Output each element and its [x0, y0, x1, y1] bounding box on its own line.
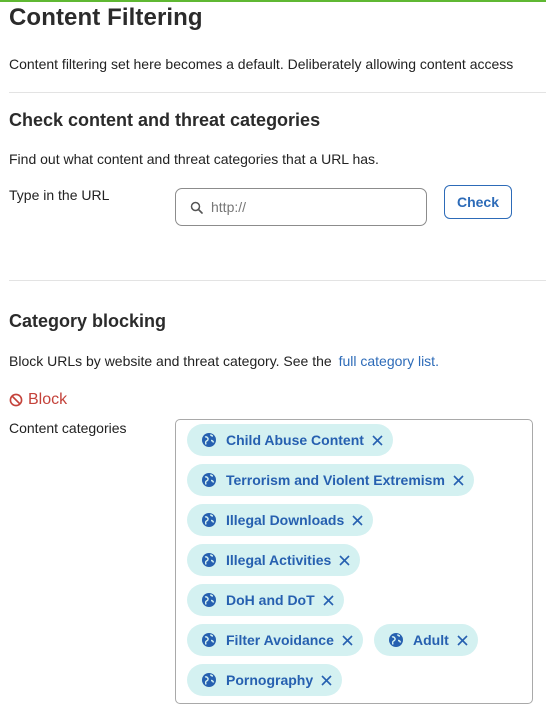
- remove-category-icon[interactable]: [457, 634, 468, 646]
- globe-icon: [201, 432, 217, 448]
- divider: [9, 92, 546, 93]
- category-chip-label: Illegal Activities: [226, 552, 332, 568]
- category-chip: Terrorism and Violent Extremism: [187, 464, 474, 496]
- category-chip-label: Filter Avoidance: [226, 632, 334, 648]
- remove-category-icon[interactable]: [352, 514, 363, 526]
- globe-icon: [201, 552, 217, 568]
- search-icon: [190, 201, 203, 214]
- category-chip-label: Adult: [413, 632, 449, 648]
- check-button[interactable]: Check: [444, 185, 512, 219]
- category-chip-label: Terrorism and Violent Extremism: [226, 472, 445, 488]
- globe-icon: [201, 672, 217, 688]
- content-categories-label: Content categories: [9, 420, 127, 436]
- globe-icon: [388, 632, 404, 648]
- category-chip: DoH and DoT: [187, 584, 344, 616]
- remove-category-icon[interactable]: [339, 554, 350, 566]
- divider: [9, 280, 546, 281]
- full-category-list-link[interactable]: full category list.: [339, 353, 439, 369]
- category-chip-label: DoH and DoT: [226, 592, 315, 608]
- category-chip-label: Illegal Downloads: [226, 512, 345, 528]
- block-icon: [9, 393, 28, 407]
- content-categories-select[interactable]: Child Abuse Content Terrorism and Violent…: [175, 419, 533, 704]
- category-chip: Illegal Activities: [187, 544, 361, 576]
- url-input-box[interactable]: [175, 188, 427, 226]
- url-label: Type in the URL: [9, 187, 110, 203]
- blocking-section-title: Category blocking: [9, 311, 167, 331]
- url-input[interactable]: [209, 198, 403, 216]
- check-section-description: Find out what content and threat categor…: [9, 151, 379, 167]
- blocking-section-description: Block URLs by website and threat categor…: [9, 353, 439, 369]
- globe-icon: [201, 592, 217, 608]
- remove-category-icon[interactable]: [321, 674, 332, 686]
- blocking-description-text: Block URLs by website and threat categor…: [9, 353, 332, 369]
- globe-icon: [201, 632, 217, 648]
- remove-category-icon[interactable]: [323, 594, 334, 606]
- remove-category-icon[interactable]: [372, 434, 383, 446]
- category-chip: Filter Avoidance: [187, 624, 363, 656]
- remove-category-icon[interactable]: [342, 634, 353, 646]
- block-label: Block: [9, 391, 67, 409]
- intro-text: Content filtering set here becomes a def…: [9, 56, 514, 72]
- category-chip-label: Pornography: [226, 672, 314, 688]
- block-label-text: Block: [28, 391, 68, 408]
- globe-icon: [201, 512, 217, 528]
- category-chip-label: Child Abuse Content: [226, 432, 364, 448]
- category-chip: Adult: [374, 624, 478, 656]
- category-chip: Illegal Downloads: [187, 504, 374, 536]
- category-chip: Pornography: [187, 664, 343, 696]
- check-section-title: Check content and threat categories: [9, 110, 321, 130]
- globe-icon: [201, 472, 217, 488]
- remove-category-icon[interactable]: [453, 474, 464, 486]
- category-chip: Child Abuse Content: [187, 424, 393, 456]
- page-title: Content Filtering: [9, 4, 203, 31]
